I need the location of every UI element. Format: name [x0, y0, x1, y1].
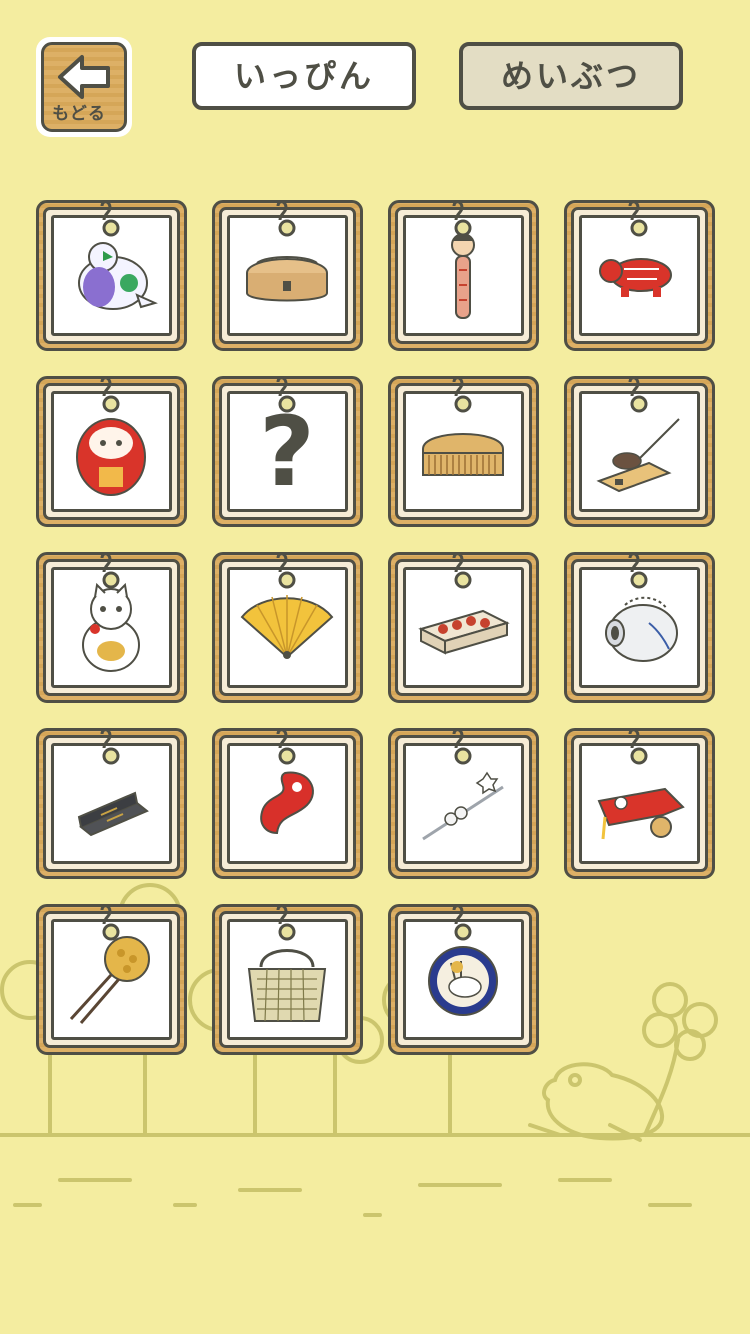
- hanging-hook-icon: [628, 200, 648, 237]
- item-card[interactable]: [388, 200, 539, 351]
- hanging-hook-icon: [452, 728, 472, 765]
- item-card[interactable]: [212, 728, 363, 879]
- hanging-hook-icon: [100, 728, 120, 765]
- item-card[interactable]: [36, 376, 187, 527]
- item-card[interactable]: [36, 904, 187, 1055]
- item-card[interactable]: [212, 200, 363, 351]
- item-card[interactable]: ?: [212, 376, 363, 527]
- hanging-hook-icon: [452, 904, 472, 941]
- hanging-hook-icon: [276, 904, 296, 941]
- item-card[interactable]: [36, 552, 187, 703]
- hanging-hook-icon: [628, 552, 648, 589]
- item-card[interactable]: [388, 552, 539, 703]
- item-card[interactable]: [212, 904, 363, 1055]
- item-card[interactable]: [564, 552, 715, 703]
- item-card[interactable]: [564, 376, 715, 527]
- back-button[interactable]: もどる: [36, 37, 132, 137]
- hanging-hook-icon: [628, 376, 648, 413]
- item-card[interactable]: [36, 200, 187, 351]
- item-card[interactable]: [564, 200, 715, 351]
- hanging-hook-icon: [100, 376, 120, 413]
- tab-ippin[interactable]: いっぴん: [192, 42, 416, 110]
- back-button-label: もどる: [52, 104, 106, 124]
- hanging-hook-icon: [100, 904, 120, 941]
- hanging-hook-icon: [276, 376, 296, 413]
- item-card[interactable]: [388, 728, 539, 879]
- hanging-hook-icon: [276, 200, 296, 237]
- item-card[interactable]: [388, 376, 539, 527]
- hanging-hook-icon: [452, 200, 472, 237]
- hanging-hook-icon: [276, 552, 296, 589]
- item-card[interactable]: [564, 728, 715, 879]
- hanging-hook-icon: [628, 728, 648, 765]
- tab-meibutsu[interactable]: めいぶつ: [459, 42, 683, 110]
- item-card[interactable]: [36, 728, 187, 879]
- hanging-hook-icon: [452, 552, 472, 589]
- hanging-hook-icon: [452, 376, 472, 413]
- hanging-hook-icon: [100, 552, 120, 589]
- item-card[interactable]: [212, 552, 363, 703]
- item-card[interactable]: [388, 904, 539, 1055]
- hanging-hook-icon: [276, 728, 296, 765]
- hanging-hook-icon: [100, 200, 120, 237]
